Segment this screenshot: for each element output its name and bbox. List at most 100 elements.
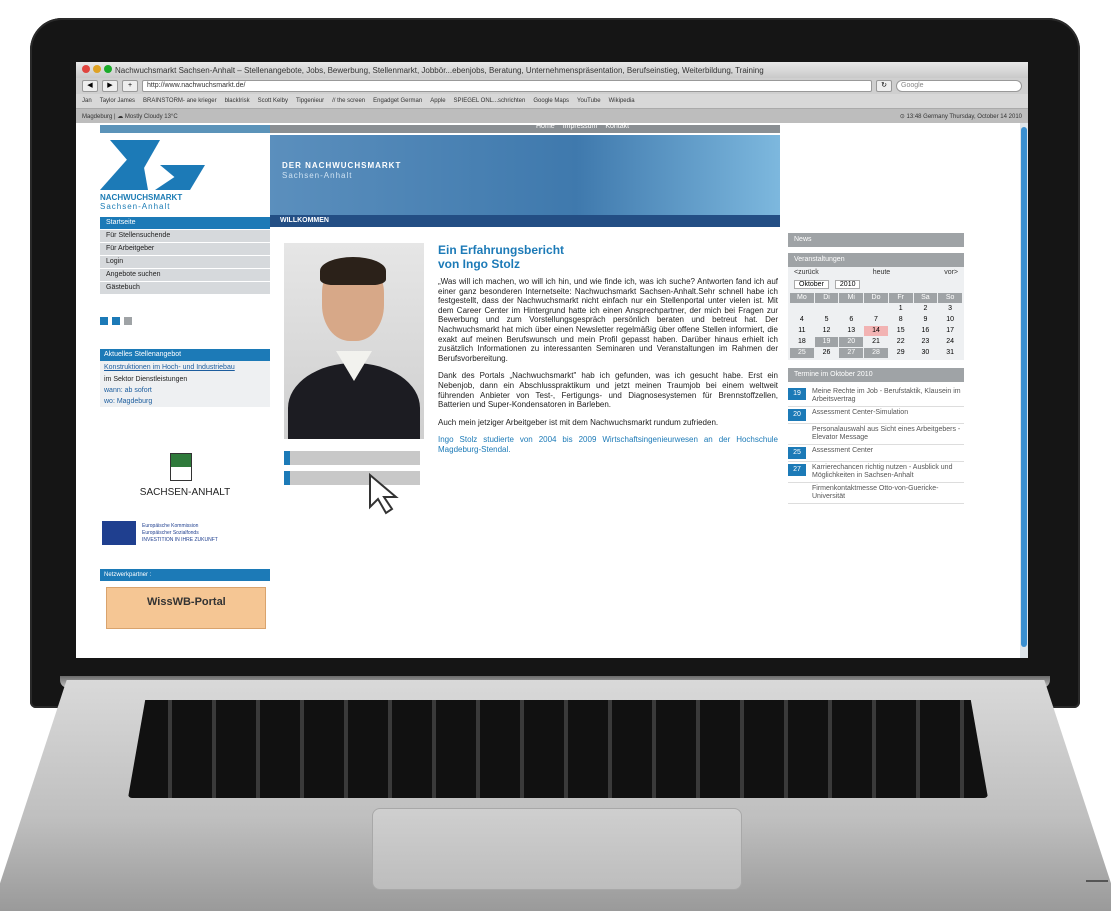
calendar-day[interactable]: 10 bbox=[938, 315, 962, 325]
eu-line1: Europäische Kommission bbox=[142, 523, 199, 529]
termine-item[interactable]: 20 Assessment Center-Simulation bbox=[788, 409, 964, 424]
calendar-day[interactable]: 31 bbox=[938, 348, 962, 358]
top-gray-strip bbox=[270, 125, 780, 133]
calendar-day[interactable]: 4 bbox=[790, 315, 814, 325]
calendar-day[interactable]: 26 bbox=[815, 348, 839, 358]
calendar-day[interactable]: 30 bbox=[914, 348, 938, 358]
sidebar-item-angebote[interactable]: Angebote suchen bbox=[100, 269, 270, 282]
reload-icon[interactable]: ↻ bbox=[876, 80, 892, 92]
bookmark-item[interactable]: Scott Kelby bbox=[258, 98, 288, 104]
calendar-day bbox=[790, 304, 814, 314]
weather-status-bar: Magdeburg | ☁ Mostly Cloudy 13°C ⊙ 13:48… bbox=[76, 109, 1028, 123]
search-input[interactable]: Google bbox=[896, 80, 1022, 92]
termine-item[interactable]: 27 Karrierechancen richtig nutzen - Ausbl… bbox=[788, 464, 964, 483]
calendar-day[interactable]: 17 bbox=[938, 326, 962, 336]
sidebar-item-startseite[interactable]: Startseite bbox=[100, 217, 270, 230]
add-bookmark-icon[interactable]: + bbox=[122, 80, 138, 92]
calendar-day[interactable]: 24 bbox=[938, 337, 962, 347]
bookmark-item[interactable]: // the screen bbox=[332, 98, 365, 104]
calendar-day[interactable]: 3 bbox=[938, 304, 962, 314]
calendar-next[interactable]: vor> bbox=[944, 269, 958, 276]
calendar-day[interactable]: 21 bbox=[864, 337, 888, 347]
termine-text: Karrierechancen richtig nutzen - Ausblic… bbox=[812, 464, 953, 479]
rss-icon[interactable] bbox=[124, 317, 132, 325]
sachsen-anhalt-label[interactable]: SACHSEN-ANHALT bbox=[100, 487, 270, 498]
sidebar-item-gaestebuch[interactable]: Gästebuch bbox=[100, 282, 270, 295]
calendar-day[interactable]: 27 bbox=[839, 348, 864, 358]
termine-item[interactable]: Personalauswahl aus Sicht eines Arbeitge… bbox=[788, 426, 964, 445]
calendar-day[interactable]: 29 bbox=[889, 348, 913, 358]
calendar-day[interactable]: 2 bbox=[914, 304, 938, 314]
calendar-nav: <zurück heute vor> bbox=[788, 267, 964, 278]
photo-hair bbox=[320, 257, 386, 285]
back-icon[interactable]: ◀ bbox=[82, 80, 98, 92]
job-link[interactable]: Konstruktionen im Hoch- und Industriebau bbox=[100, 361, 270, 374]
portrait-photo bbox=[284, 243, 424, 439]
forward-icon[interactable]: ▶ bbox=[102, 80, 118, 92]
wisswb-portal-banner[interactable]: WissWB-Portal bbox=[106, 587, 266, 629]
window-controls[interactable] bbox=[82, 65, 115, 75]
calendar-day[interactable]: 9 bbox=[914, 315, 938, 325]
top-blue-strip bbox=[100, 125, 270, 133]
year-select[interactable]: 2010 bbox=[834, 280, 861, 289]
bookmark-item[interactable]: Tipgenieur bbox=[296, 98, 324, 104]
calendar-day[interactable]: 15 bbox=[889, 326, 913, 336]
termine-date: 19 bbox=[788, 388, 806, 400]
termine-item[interactable]: Firmenkontaktmesse Otto-von-Guericke-Uni… bbox=[788, 485, 964, 504]
article-paragraph-3: Auch mein jetziger Arbeitgeber ist mit d… bbox=[438, 417, 719, 427]
address-bar[interactable]: http://www.nachwuchsmarkt.de/ bbox=[142, 80, 872, 92]
calendar-day[interactable]: 23 bbox=[914, 337, 938, 347]
bookmark-item[interactable]: Google Maps bbox=[533, 98, 569, 104]
termine-item[interactable]: 25 Assessment Center bbox=[788, 447, 964, 462]
bookmark-item[interactable]: Taylor James bbox=[100, 98, 135, 104]
bookmark-item[interactable]: Apple bbox=[430, 98, 445, 104]
calendar-day[interactable]: 25 bbox=[790, 348, 814, 358]
calendar-day[interactable]: 5 bbox=[815, 315, 839, 325]
calendar-day[interactable]: 7 bbox=[864, 315, 888, 325]
xing-icon[interactable] bbox=[100, 317, 108, 325]
calendar-day bbox=[815, 304, 839, 314]
nav-kontakt[interactable]: Kontakt bbox=[605, 123, 629, 130]
facebook-icon[interactable] bbox=[112, 317, 120, 325]
termine-item[interactable]: 19 Meine Rechte im Job - Berufstaktik, Kl… bbox=[788, 388, 964, 407]
bookmark-item[interactable]: BRAINSTORM- ane krieger bbox=[143, 98, 217, 104]
nav-impressum[interactable]: Impressum bbox=[563, 123, 598, 130]
bookmark-item[interactable]: Jan bbox=[82, 98, 92, 104]
bookmark-item[interactable]: Engadget German bbox=[373, 98, 422, 104]
month-select[interactable]: Oktober bbox=[794, 280, 829, 289]
news-heading[interactable]: News bbox=[788, 233, 964, 247]
calendar-today[interactable]: heute bbox=[873, 269, 891, 276]
calendar-day[interactable]: 16 bbox=[914, 326, 938, 336]
bookmark-item[interactable]: blackIrisk bbox=[225, 98, 250, 104]
scrollbar-thumb[interactable] bbox=[1021, 127, 1027, 647]
calendar-day[interactable]: 28 bbox=[864, 348, 888, 358]
sidebar-item-login[interactable]: Login bbox=[100, 256, 270, 269]
nav-home[interactable]: Home bbox=[536, 123, 555, 130]
top-navigation: Home Impressum Kontakt bbox=[536, 123, 629, 130]
bookmark-item[interactable]: YouTube bbox=[577, 98, 601, 104]
gray-bar-1[interactable] bbox=[284, 451, 420, 465]
sidebar-item-arbeitgeber[interactable]: Für Arbeitgeber bbox=[100, 243, 270, 256]
calendar-day[interactable]: 18 bbox=[790, 337, 814, 347]
calendar-day[interactable]: 11 bbox=[790, 326, 814, 336]
calendar-day[interactable]: 6 bbox=[839, 315, 863, 325]
mouse-cursor-icon bbox=[369, 472, 399, 515]
calendar-day[interactable]: 8 bbox=[889, 315, 913, 325]
calendar-day[interactable]: 13 bbox=[839, 326, 863, 336]
eu-line3: INVESTITION IN IHRE ZUKUNFT bbox=[142, 537, 218, 543]
bookmark-item[interactable]: SPIEGEL ONL...schrichten bbox=[454, 98, 526, 104]
calendar-day[interactable]: 12 bbox=[815, 326, 839, 336]
calendar-day[interactable]: 20 bbox=[839, 337, 864, 347]
calendar-weekday: Mo bbox=[790, 293, 814, 303]
article-title-line2: von Ingo Stolz bbox=[438, 257, 520, 271]
calendar-day[interactable]: 19 bbox=[814, 337, 839, 347]
calendar-day bbox=[864, 304, 888, 314]
sidebar-item-stellensuchende[interactable]: Für Stellensuchende bbox=[100, 230, 270, 243]
calendar-prev[interactable]: <zurück bbox=[794, 269, 819, 276]
bookmark-item[interactable]: Wikipedia bbox=[609, 98, 635, 104]
calendar-day[interactable]: 1 bbox=[889, 304, 913, 314]
scrollbar[interactable] bbox=[1020, 123, 1028, 658]
calendar-day[interactable]: 14 bbox=[864, 326, 888, 336]
termine-date: 27 bbox=[788, 464, 806, 476]
calendar-day[interactable]: 22 bbox=[889, 337, 913, 347]
